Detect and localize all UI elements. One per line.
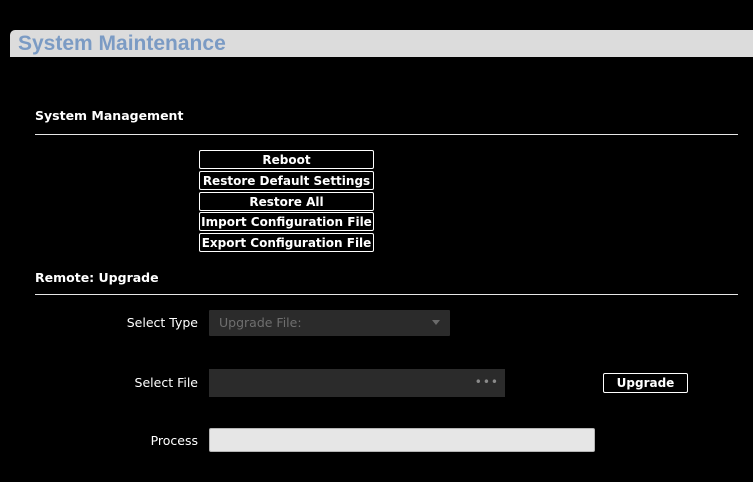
select-file-input[interactable]: ••• bbox=[209, 369, 505, 397]
import-configuration-file-button[interactable]: Import Configuration File bbox=[199, 212, 374, 231]
system-management-heading: System Management bbox=[35, 108, 184, 123]
select-type-dropdown[interactable]: Upgrade File: bbox=[209, 310, 450, 336]
page-title: System Maintenance bbox=[18, 32, 226, 55]
remote-upgrade-heading: Remote: Upgrade bbox=[35, 270, 159, 285]
restore-default-settings-button[interactable]: Restore Default Settings bbox=[199, 171, 374, 190]
upgrade-button[interactable]: Upgrade bbox=[603, 373, 688, 393]
select-file-label: Select File bbox=[134, 375, 198, 390]
chevron-down-icon bbox=[432, 320, 440, 325]
system-management-divider bbox=[35, 134, 738, 135]
remote-upgrade-divider bbox=[35, 294, 738, 295]
select-type-value: Upgrade File: bbox=[219, 315, 302, 330]
select-type-label: Select Type bbox=[126, 315, 198, 330]
ellipsis-icon[interactable]: ••• bbox=[475, 376, 499, 388]
export-configuration-file-button[interactable]: Export Configuration File bbox=[199, 233, 374, 252]
process-progress-bar bbox=[209, 428, 595, 452]
process-label: Process bbox=[150, 433, 198, 448]
reboot-button[interactable]: Reboot bbox=[199, 150, 374, 169]
restore-all-button[interactable]: Restore All bbox=[199, 192, 374, 211]
system-maintenance-page: System Maintenance System Management Reb… bbox=[0, 0, 753, 482]
title-bar: System Maintenance bbox=[10, 30, 753, 57]
